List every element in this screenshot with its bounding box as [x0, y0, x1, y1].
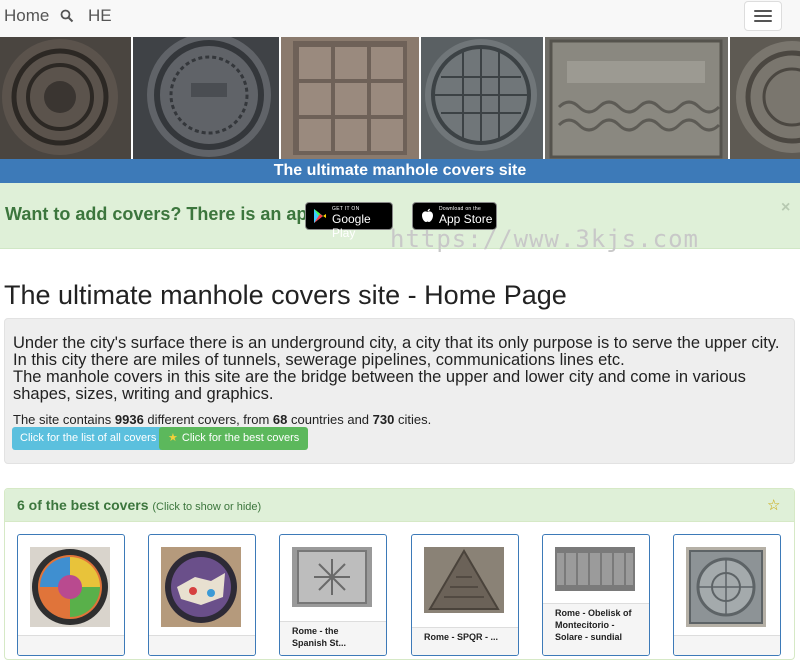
- google-play-icon: [314, 209, 326, 223]
- cover-card[interactable]: [17, 534, 125, 656]
- cover-card[interactable]: Rome - Obelisk of Montecitorio - Solare …: [542, 534, 650, 656]
- star-icon: ★: [168, 432, 178, 444]
- hamburger-icon-bar: [754, 10, 772, 12]
- hamburger-icon-bar: [754, 20, 772, 22]
- cities-count: 730: [372, 412, 395, 427]
- app-store-label: App Store: [439, 212, 493, 226]
- manhole-photo-icon: [147, 37, 271, 157]
- manhole-photo-icon: [425, 39, 537, 151]
- cover-thumbnail: [292, 547, 372, 607]
- cover-thumbnail: [161, 547, 241, 627]
- banner-photo: [281, 37, 421, 159]
- close-icon[interactable]: ×: [781, 199, 790, 217]
- cover-card[interactable]: [148, 534, 256, 656]
- banner-title: The ultimate manhole covers site: [0, 159, 800, 183]
- best-covers-button[interactable]: ★ Click for the best covers: [159, 427, 309, 450]
- apple-icon: [422, 208, 433, 222]
- google-play-button[interactable]: GET IT ON Google Play: [305, 202, 393, 240]
- cover-thumbnail: [686, 547, 766, 627]
- cover-caption: [674, 635, 780, 655]
- cover-caption: Rome - Obelisk of Montecitorio - Solare …: [543, 603, 649, 655]
- top-navbar: Home HE: [0, 0, 800, 38]
- intro-text: Under the city's surface there is an und…: [13, 335, 783, 403]
- cover-card[interactable]: Rome - the Spanish St...: [279, 534, 387, 656]
- manhole-photo-icon: [2, 39, 118, 155]
- best-covers-button-label: Click for the best covers: [181, 432, 300, 444]
- cover-caption: Rome - the Spanish St...: [280, 621, 386, 655]
- covers-count: 9936: [114, 412, 144, 427]
- search-icon[interactable]: [60, 9, 74, 23]
- stats-text: cities.: [394, 412, 432, 427]
- star-outline-icon[interactable]: ☆: [767, 496, 780, 514]
- banner-photo: [545, 37, 730, 159]
- intro-line-2: The manhole covers in this site are the …: [13, 368, 746, 403]
- cover-caption: Rome - SPQR - ...: [412, 627, 518, 655]
- page-title: The ultimate manhole covers site - Home …: [4, 280, 567, 310]
- banner-photo-strip: [0, 37, 800, 159]
- manhole-photo-icon: [293, 41, 407, 155]
- stats-text: different covers, from: [143, 412, 273, 427]
- site-stats: The site contains 9936 different covers,…: [13, 412, 431, 427]
- cover-card[interactable]: [673, 534, 781, 656]
- countries-count: 68: [272, 412, 288, 427]
- cover-thumbnail: [424, 547, 504, 613]
- best-covers-title: 6 of the best covers (Click to show or h…: [17, 497, 261, 513]
- best-covers-header[interactable]: 6 of the best covers (Click to show or h…: [5, 489, 794, 522]
- best-covers-title-text: 6 of the best covers: [17, 497, 149, 513]
- watermark-text: https://www.3kjs.com: [390, 225, 699, 253]
- menu-toggle-button[interactable]: [744, 1, 782, 31]
- google-play-label: Google Play: [332, 212, 371, 240]
- cover-caption: [18, 635, 124, 655]
- banner-photo: [133, 37, 281, 159]
- banner-photo: [730, 37, 800, 159]
- cover-card[interactable]: Rome - SPQR - ...: [411, 534, 519, 656]
- intro-line-1: Under the city's surface there is an und…: [13, 334, 780, 369]
- cover-caption: [149, 635, 255, 655]
- cover-thumbnail: [555, 547, 635, 591]
- stats-prefix: The site contains: [13, 412, 115, 427]
- banner-photo: [0, 37, 133, 159]
- manhole-photo-icon: [549, 39, 723, 159]
- stats-text: countries and: [287, 412, 373, 427]
- hamburger-icon-bar: [754, 15, 772, 17]
- best-covers-hint: (Click to show or hide): [152, 501, 262, 513]
- cover-thumbnail: [30, 547, 110, 627]
- nav-home-link[interactable]: Home: [4, 6, 49, 26]
- manhole-photo-icon: [736, 41, 800, 153]
- banner-photo: [421, 37, 545, 159]
- app-alert-text: Want to add covers? There is an app!: [5, 204, 325, 224]
- nav-language-link[interactable]: HE: [88, 6, 112, 26]
- all-covers-button[interactable]: Click for the list of all covers: [12, 427, 165, 450]
